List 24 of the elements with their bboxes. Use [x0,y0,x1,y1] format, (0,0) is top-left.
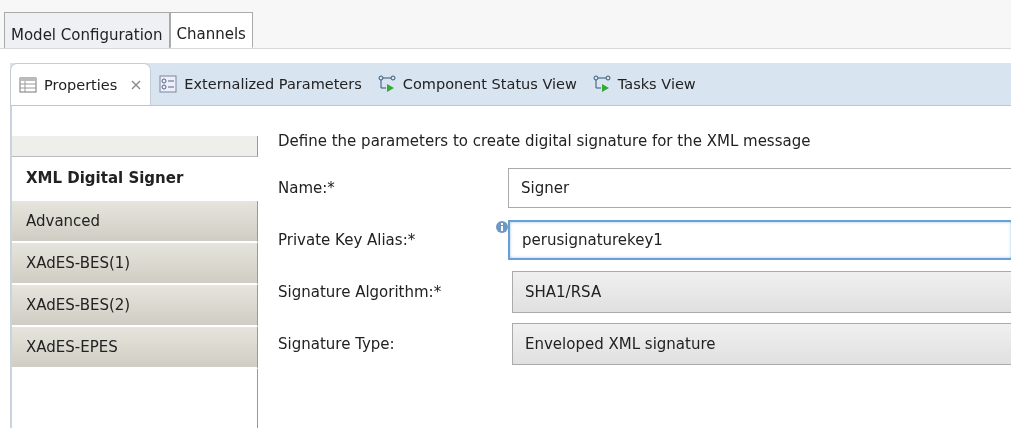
flow-icon [592,75,611,93]
sidebar-tab[interactable]: Advanced [12,201,258,243]
field-label: Private Key Alias:* [278,231,416,249]
list-icon [159,75,178,93]
flow-icon [377,75,396,93]
view-tab[interactable]: Externalized Parameters [151,63,370,105]
field-label: Signature Algorithm:* [278,283,442,301]
view-tab[interactable]: Tasks View [584,63,704,105]
form-description: Define the parameters to create digital signature for the XML message [278,132,812,152]
text-field[interactable]: perusignaturekey1 [508,220,1011,260]
close-icon[interactable] [130,78,143,91]
dropdown-field[interactable]: Enveloped XML signature [512,323,1011,365]
text-field[interactable]: Signer [508,168,1011,208]
dropdown-field[interactable]: SHA1/RSA [512,271,1011,313]
sidebar-tab[interactable]: XAdES-EPES [12,327,258,369]
table-icon [19,75,37,94]
sidebar-tab[interactable]: XAdES-BES(1) [12,243,258,285]
sidebar-tab[interactable]: XAdES-BES(2) [12,285,258,327]
field-label: Signature Type: [278,335,395,353]
editor-tab[interactable]: Channels [169,12,253,48]
field-label: Name:* [278,179,335,197]
view-tab[interactable]: Properties [10,63,152,105]
editor-tab[interactable]: Model Configuration [4,12,170,48]
view-tab[interactable]: Component Status View [369,63,585,105]
